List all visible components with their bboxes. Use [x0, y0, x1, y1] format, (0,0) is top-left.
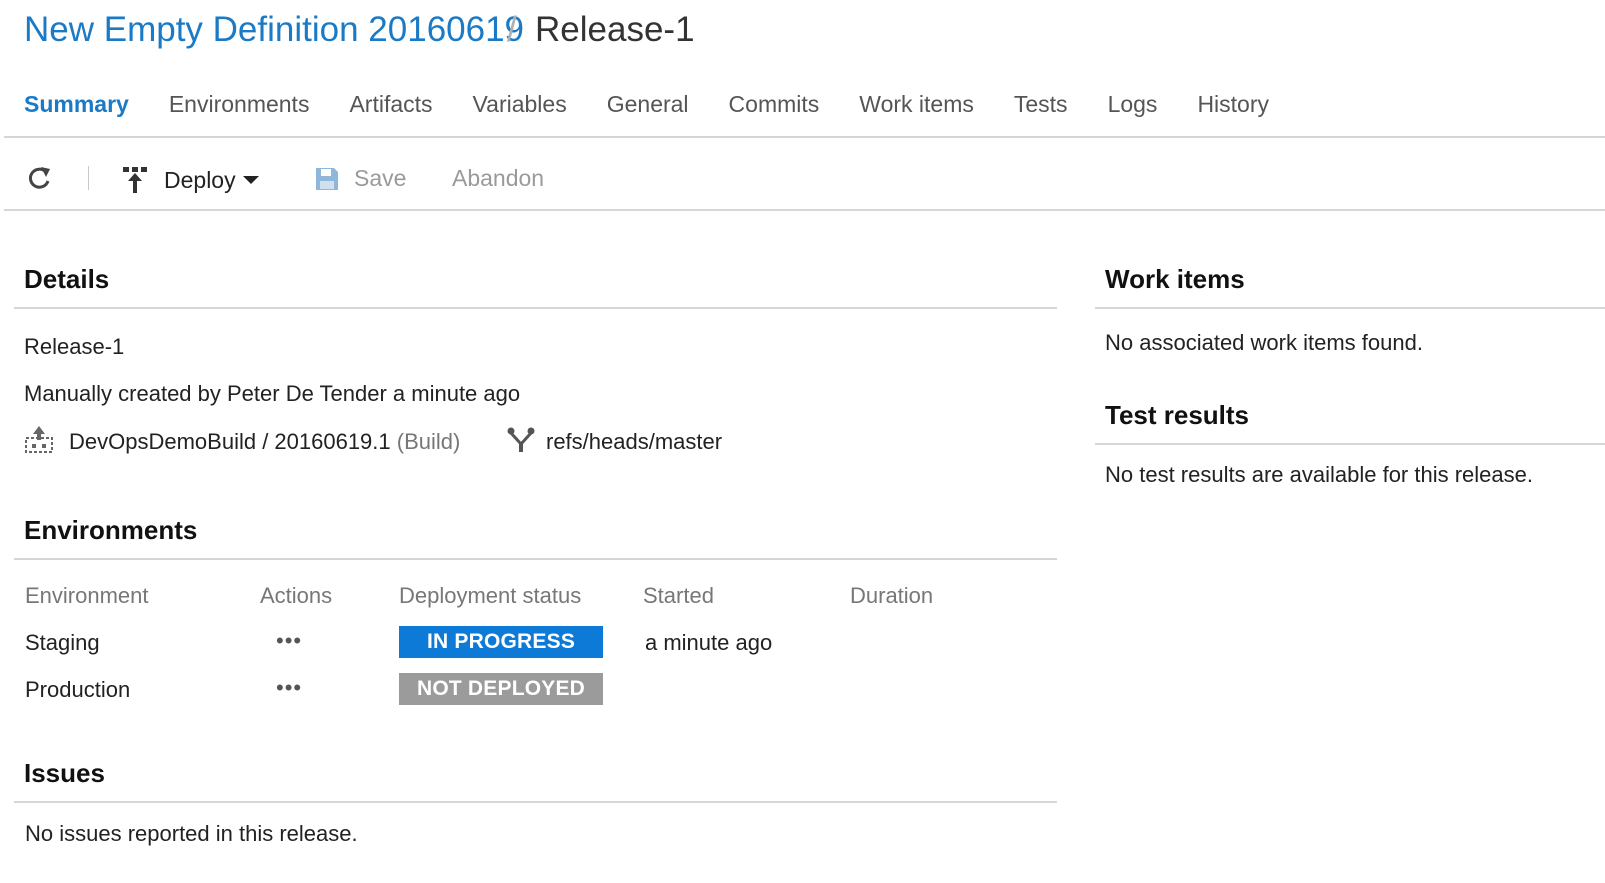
actions-menu-production[interactable]: ••• [276, 675, 302, 701]
artifact-type: (Build) [396, 429, 461, 454]
environments-heading: Environments [24, 515, 198, 545]
issues-text: No issues reported in this release. [25, 821, 358, 846]
environment-name-production[interactable]: Production [25, 677, 130, 703]
deploy-icon [123, 167, 147, 193]
breadcrumb-release-title: Release-1 [535, 10, 695, 49]
deploy-button[interactable]: Deploy [122, 165, 260, 195]
branch-name[interactable]: refs/heads/master [546, 429, 722, 455]
toolbar-separator [88, 166, 89, 190]
work-items-heading: Work items [1105, 264, 1245, 294]
tab-tests[interactable]: Tests [1014, 91, 1068, 118]
breadcrumb-definition-link[interactable]: New Empty Definition 20160619 [24, 10, 524, 50]
issues-divider [14, 801, 1057, 803]
tab-logs[interactable]: Logs [1108, 91, 1158, 118]
refresh-button[interactable] [24, 163, 54, 193]
work-items-text: No associated work items found. [1105, 330, 1423, 355]
refresh-icon [28, 167, 50, 189]
abandon-button[interactable]: Abandon [452, 165, 544, 192]
test-results-divider [1095, 443, 1605, 445]
tab-bar: Summary Environments Artifacts Variables… [24, 91, 1309, 118]
tab-environments[interactable]: Environments [169, 91, 310, 118]
tab-commits[interactable]: Commits [729, 91, 820, 118]
tab-summary[interactable]: Summary [24, 91, 129, 118]
tab-artifacts[interactable]: Artifacts [349, 91, 432, 118]
details-divider [14, 307, 1057, 309]
tab-variables[interactable]: Variables [473, 91, 567, 118]
tab-work-items[interactable]: Work items [859, 91, 974, 118]
toolbar-divider [4, 209, 1605, 211]
started-staging: a minute ago [645, 630, 773, 655]
test-results-text: No test results are available for this r… [1105, 462, 1533, 487]
floppy-disk-icon [316, 167, 338, 190]
tab-history[interactable]: History [1197, 91, 1269, 118]
save-label: Save [354, 165, 407, 191]
column-header-deployment-status: Deployment status [399, 583, 582, 608]
environment-name-staging[interactable]: Staging [25, 630, 100, 656]
status-badge-staging[interactable]: IN PROGRESS [399, 626, 603, 658]
column-header-duration: Duration [850, 583, 934, 608]
release-name: Release-1 [24, 334, 125, 359]
branch-icon [506, 426, 536, 459]
tab-general[interactable]: General [607, 91, 689, 118]
details-heading: Details [24, 264, 110, 294]
tab-bar-divider [4, 136, 1605, 138]
deploy-label: Deploy [164, 166, 236, 193]
column-header-actions: Actions [260, 583, 333, 608]
save-button[interactable]: Save [314, 165, 406, 192]
artifact-link[interactable]: DevOpsDemoBuild / 20160619.1 [69, 429, 391, 454]
status-badge-production[interactable]: NOT DEPLOYED [399, 673, 603, 705]
test-results-heading: Test results [1105, 400, 1250, 430]
issues-heading: Issues [24, 758, 105, 788]
abandon-label: Abandon [452, 165, 545, 191]
column-header-environment: Environment [25, 583, 149, 608]
chevron-down-icon [242, 176, 259, 184]
work-items-divider [1095, 307, 1605, 309]
environments-divider [14, 558, 1057, 560]
created-by-text: Manually created by Peter De Tender a mi… [24, 381, 521, 406]
actions-menu-staging[interactable]: ••• [276, 628, 302, 654]
build-artifact-icon [24, 424, 54, 459]
breadcrumb-separator: / [507, 10, 517, 49]
column-header-started: Started [643, 583, 714, 608]
